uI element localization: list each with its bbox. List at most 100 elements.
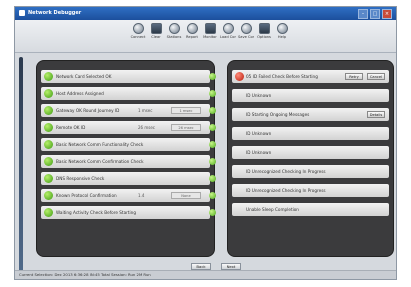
check-row[interactable]: Network Card Selected OK — [41, 70, 216, 83]
tool-button-0[interactable]: Connect — [130, 23, 146, 39]
status-ok-icon — [44, 72, 53, 81]
tool-label: Load Config — [220, 35, 236, 39]
next-button[interactable]: Next — [221, 263, 241, 270]
check-row[interactable]: DNS Responsive Check — [41, 172, 216, 185]
tool-label: Stations — [166, 35, 182, 39]
checks-panel-left: Network Card Selected OK Host Address Ass… — [36, 60, 216, 257]
check-label: Network Card Selected OK — [56, 74, 112, 79]
indicator-icon — [209, 124, 216, 131]
connect-icon — [132, 23, 144, 34]
indicator-icon — [209, 107, 216, 114]
tool-label: Options — [257, 35, 271, 39]
result-row[interactable]: ID Unrecognized Checking In Progress — [232, 184, 389, 197]
checks-panel-right: 05 ID Failed Check Before Starting Retry C… — [227, 60, 394, 257]
check-field[interactable]: 1 msec — [171, 107, 201, 114]
indicator-icon — [209, 73, 216, 80]
status-ok-icon — [44, 157, 53, 166]
result-label: 05 ID Failed Check Before Starting — [246, 74, 318, 79]
window-title: Network Debugger — [28, 10, 82, 16]
check-value: 1 msec — [138, 108, 153, 113]
result-row[interactable]: 05 ID Failed Check Before Starting Retry C… — [232, 70, 389, 83]
tool-label: Connect — [130, 35, 146, 39]
app-window: Network Debugger – □ × Connect Clear Stati… — [14, 6, 397, 280]
tool-button-1[interactable]: Clear — [148, 23, 164, 39]
result-label: Unable Sleep Completion — [246, 207, 299, 212]
status-error-icon — [235, 72, 244, 81]
monitor-icon — [204, 23, 216, 34]
app-icon — [19, 10, 25, 16]
check-label: Remote OK ID — [56, 125, 86, 130]
tool-label: Report — [186, 35, 198, 39]
tool-button-5[interactable]: Load Config — [220, 23, 236, 39]
check-label: Host Address Assigned — [56, 91, 104, 96]
report-icon — [186, 23, 198, 34]
check-label: Basic Network Comm Functionality Check — [56, 142, 144, 147]
tool-label: Save Config — [238, 35, 254, 39]
check-row[interactable]: Remote OK ID 26 msec 26 msec — [41, 121, 216, 134]
result-row[interactable]: ID Unrecognized Checking In Progress — [232, 165, 389, 178]
status-ok-icon — [44, 174, 53, 183]
check-label: Gateway OK Round Journey ID — [56, 108, 120, 113]
check-row[interactable]: Known Protocol Confirmation 1.4 None — [41, 189, 216, 202]
check-value: 1.4 — [138, 193, 145, 198]
row-action-button[interactable]: Details — [367, 111, 385, 118]
indicator-icon — [209, 141, 216, 148]
check-value: 26 msec — [138, 125, 156, 130]
toolbar: Connect Clear Stations Report Monitor Load Co… — [15, 20, 396, 53]
tool-label: Help — [277, 35, 287, 39]
check-row[interactable]: Basic Network Comm Confirmation Check — [41, 155, 216, 168]
check-row[interactable]: Gateway OK Round Journey ID 1 msec 1 msec — [41, 104, 216, 117]
check-label: Waiting Activity Check Before Starting — [56, 210, 136, 215]
close-button[interactable]: × — [382, 9, 392, 19]
indicator-icon — [209, 175, 216, 182]
check-row[interactable]: Waiting Activity Check Before Starting — [41, 206, 216, 219]
tool-label: Clear — [151, 35, 161, 39]
result-label: ID Starting Ongoing Messages — [246, 112, 310, 117]
result-label: ID Unrecognized Checking In Progress — [246, 169, 326, 174]
options-icon — [258, 23, 270, 34]
tool-button-6[interactable]: Save Config — [238, 23, 254, 39]
check-row[interactable]: Basic Network Comm Functionality Check — [41, 138, 216, 151]
tool-button-8[interactable]: Help — [274, 23, 290, 39]
tool-button-7[interactable]: Options — [256, 23, 272, 39]
indicator-icon — [209, 158, 216, 165]
check-label: Basic Network Comm Confirmation Check — [56, 159, 144, 164]
result-row[interactable]: Unable Sleep Completion — [232, 203, 389, 216]
indicator-icon — [209, 192, 216, 199]
row-action-button[interactable]: Retry — [345, 73, 363, 80]
tool-label: Monitor — [203, 35, 217, 39]
result-label: ID Unknown — [246, 93, 272, 98]
stations-icon — [168, 23, 180, 34]
check-label: Known Protocol Confirmation — [56, 193, 117, 198]
indicator-icon — [209, 90, 216, 97]
clear-icon — [150, 23, 162, 34]
tool-button-2[interactable]: Stations — [166, 23, 182, 39]
maximize-button[interactable]: □ — [370, 9, 380, 19]
status-ok-icon — [44, 123, 53, 132]
status-bar: Current Selection: Dec 2013 6:36:28 IN:4… — [15, 270, 396, 279]
result-row[interactable]: ID Unknown — [232, 127, 389, 140]
check-field[interactable]: 26 msec — [171, 124, 201, 131]
row-action-button[interactable]: Cancel — [367, 73, 385, 80]
result-row[interactable]: ID Unknown — [232, 146, 389, 159]
result-row[interactable]: ID Unknown — [232, 89, 389, 102]
title-bar: Network Debugger – □ × — [15, 7, 396, 20]
check-label: DNS Responsive Check — [56, 176, 105, 181]
back-button[interactable]: Back — [191, 263, 211, 270]
status-ok-icon — [44, 140, 53, 149]
left-scrollbar[interactable] — [19, 57, 23, 272]
result-label: ID Unrecognized Checking In Progress — [246, 188, 326, 193]
check-row[interactable]: Host Address Assigned — [41, 87, 216, 100]
status-ok-icon — [44, 89, 53, 98]
help-icon — [276, 23, 288, 34]
result-row[interactable]: ID Starting Ongoing Messages Details — [232, 108, 389, 121]
minimize-button[interactable]: – — [358, 9, 368, 19]
status-ok-icon — [44, 191, 53, 200]
tool-button-3[interactable]: Report — [184, 23, 200, 39]
tool-button-4[interactable]: Monitor — [202, 23, 218, 39]
result-label: ID Unknown — [246, 150, 272, 155]
check-field[interactable]: None — [171, 192, 201, 199]
load-config-icon — [222, 23, 234, 34]
status-ok-icon — [44, 106, 53, 115]
indicator-icon — [209, 209, 216, 216]
